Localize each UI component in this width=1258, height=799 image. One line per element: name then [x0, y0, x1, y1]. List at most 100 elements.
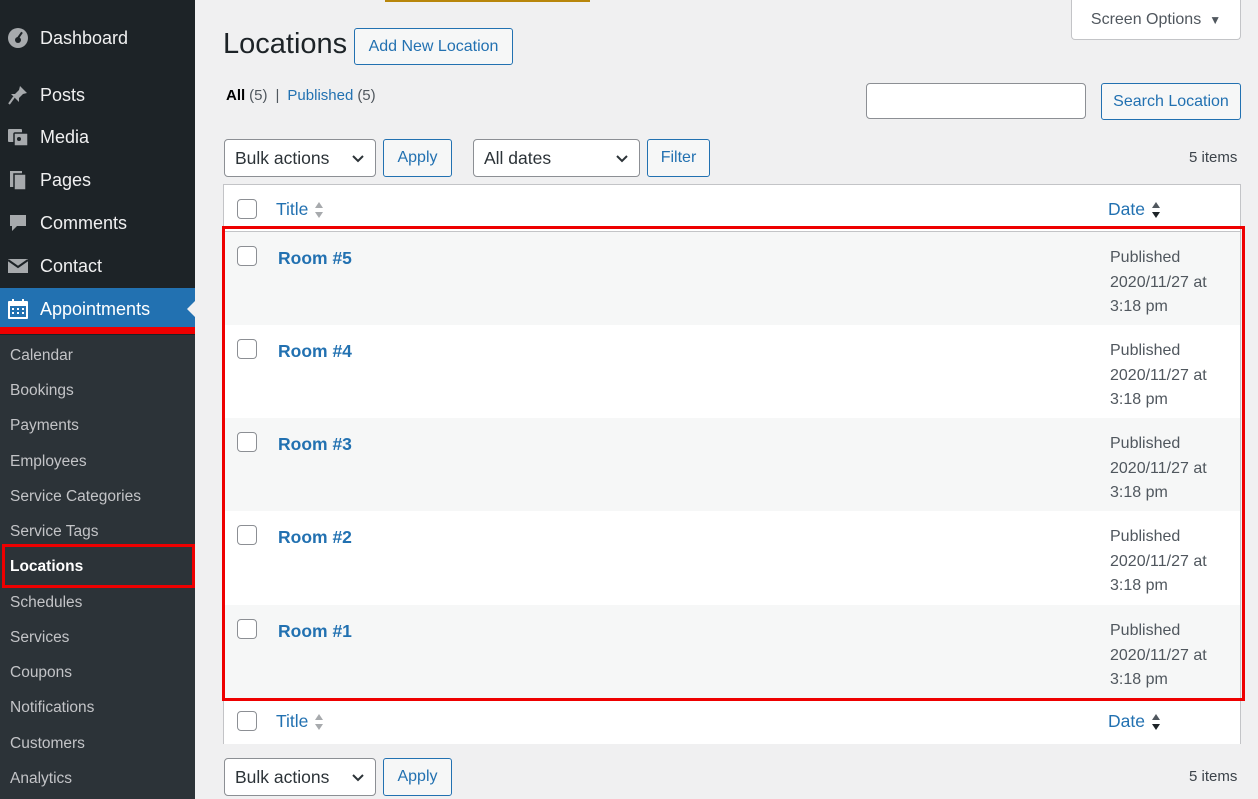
menu-posts[interactable]: Posts [0, 74, 195, 116]
filter-separator: | [275, 87, 280, 104]
sort-icon [314, 200, 324, 220]
row-checkbox[interactable] [237, 525, 257, 545]
title-column-header[interactable]: Title [276, 199, 324, 220]
calendar-icon [7, 298, 29, 320]
menu-contact[interactable]: Contact [0, 245, 195, 287]
submenu-analytics[interactable]: Analytics [10, 767, 72, 791]
menu-label: Comments [40, 212, 128, 233]
row-title-link[interactable]: Room #5 [278, 248, 352, 269]
screen-options-button[interactable]: Screen Options ▼ [1071, 0, 1241, 40]
row-checkbox[interactable] [237, 339, 257, 359]
row-title-link[interactable]: Room #3 [278, 434, 352, 455]
menu-dashboard[interactable]: Dashboard [0, 17, 195, 59]
row-title-link[interactable]: Room #4 [278, 341, 352, 362]
dates-value: All dates [484, 147, 552, 168]
select-all-checkbox-footer[interactable] [237, 711, 257, 731]
row-checkbox[interactable] [237, 246, 257, 266]
row-title-link[interactable]: Room #1 [278, 621, 352, 642]
chevron-down-icon [352, 774, 364, 782]
table-row: Room #3 Published 2020/11/27 at 3:18 pm [224, 418, 1240, 511]
row-date-value: 2020/11/27 at [1110, 552, 1207, 570]
filter-published[interactable]: Published [287, 87, 353, 104]
sort-icon [314, 712, 324, 732]
menu-media[interactable]: Media [0, 116, 195, 158]
caret-down-icon: ▼ [1209, 12, 1222, 27]
filter-all[interactable]: All [226, 87, 245, 104]
row-date-value: 2020/11/27 at [1110, 646, 1207, 664]
bulk-actions-select[interactable]: Bulk actions [224, 139, 376, 177]
table-header [224, 185, 1240, 232]
comment-icon [7, 212, 29, 234]
row-date: Published 2020/11/27 at 3:18 pm [1110, 525, 1230, 599]
submenu-locations[interactable]: Locations [10, 555, 83, 579]
row-date: Published 2020/11/27 at 3:18 pm [1110, 619, 1230, 693]
date-column-footer[interactable]: Date [1108, 711, 1161, 732]
menu-pages[interactable]: Pages [0, 159, 195, 201]
bulk-actions-value: Bulk actions [235, 766, 330, 787]
menu-comments[interactable]: Comments [0, 202, 195, 244]
page-title: Locations [223, 28, 348, 60]
apply-button[interactable]: Apply [383, 139, 452, 177]
row-date-value: 2020/11/27 at [1110, 459, 1207, 477]
menu-label: Media [40, 126, 90, 147]
menu-appointments[interactable]: Appointments [0, 288, 195, 330]
row-time-value: 3:18 pm [1110, 391, 1168, 408]
submenu-payments[interactable]: Payments [10, 414, 79, 438]
title-column-footer[interactable]: Title [276, 711, 324, 732]
submenu-employees[interactable]: Employees [10, 450, 87, 474]
table-row: Room #4 Published 2020/11/27 at 3:18 pm [224, 325, 1240, 418]
row-time-value: 3:18 pm [1110, 298, 1168, 315]
status-filters: All (5) | Published (5) [226, 87, 376, 104]
sort-desc-icon [1151, 712, 1161, 732]
submenu-customers[interactable]: Customers [10, 732, 85, 756]
submenu-service-categories[interactable]: Service Categories [10, 485, 141, 509]
submenu-notifications[interactable]: Notifications [10, 696, 94, 720]
chevron-down-icon [616, 155, 628, 163]
sort-desc-icon [1151, 200, 1161, 220]
table-row: Room #1 Published 2020/11/27 at 3:18 pm [224, 605, 1240, 698]
select-all-checkbox[interactable] [237, 199, 257, 219]
row-checkbox[interactable] [237, 619, 257, 639]
row-date: Published 2020/11/27 at 3:18 pm [1110, 432, 1230, 506]
row-checkbox[interactable] [237, 432, 257, 452]
bulk-actions-select-bottom[interactable]: Bulk actions [224, 758, 376, 796]
menu-label: Pages [40, 169, 92, 190]
row-time-value: 3:18 pm [1110, 671, 1168, 688]
dates-select[interactable]: All dates [473, 139, 640, 177]
submenu-services[interactable]: Services [10, 626, 69, 650]
submenu-coupons[interactable]: Coupons [10, 661, 72, 685]
menu-label: Appointments [40, 298, 151, 319]
screen-options-label: Screen Options [1090, 10, 1202, 28]
row-date: Published 2020/11/27 at 3:18 pm [1110, 246, 1230, 320]
pages-icon [7, 169, 29, 191]
row-date-value: 2020/11/27 at [1110, 273, 1207, 291]
dashboard-icon [7, 27, 29, 49]
row-status: Published [1110, 342, 1181, 359]
row-status: Published [1110, 249, 1181, 266]
row-status: Published [1110, 622, 1181, 639]
row-status: Published [1110, 528, 1181, 545]
date-column-header[interactable]: Date [1108, 199, 1161, 220]
row-date-value: 2020/11/27 at [1110, 366, 1207, 384]
row-title-link[interactable]: Room #2 [278, 527, 352, 548]
search-input[interactable] [866, 83, 1086, 119]
title-column-label: Title [276, 711, 309, 731]
filter-published-count: (5) [357, 87, 376, 104]
search-location-button[interactable]: Search Location [1101, 83, 1241, 120]
submenu-calendar[interactable]: Calendar [10, 344, 73, 368]
filter-button[interactable]: Filter [647, 139, 710, 177]
apply-button-bottom[interactable]: Apply [383, 758, 452, 796]
table-footer [224, 700, 1240, 744]
items-count: 5 items [1189, 149, 1238, 166]
menu-label: Posts [40, 84, 86, 105]
submenu-service-tags[interactable]: Service Tags [10, 520, 98, 544]
submenu-bookings[interactable]: Bookings [10, 379, 74, 403]
date-column-label: Date [1108, 711, 1145, 731]
title-column-label: Title [276, 199, 309, 219]
menu-label: Contact [40, 255, 103, 276]
add-new-location-button[interactable]: Add New Location [354, 28, 513, 65]
submenu-schedules[interactable]: Schedules [10, 591, 82, 615]
row-time-value: 3:18 pm [1110, 577, 1168, 594]
row-date: Published 2020/11/27 at 3:18 pm [1110, 339, 1230, 413]
chevron-down-icon [352, 155, 364, 163]
